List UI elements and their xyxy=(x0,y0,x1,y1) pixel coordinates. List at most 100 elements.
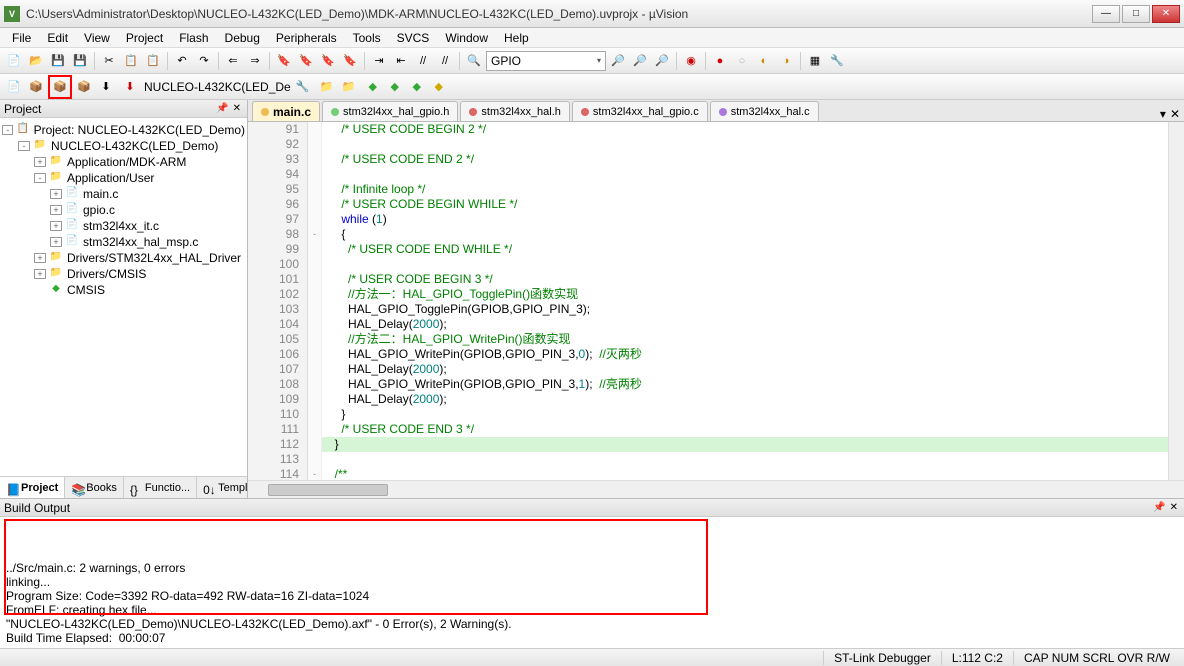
options-icon[interactable]: 🔧 xyxy=(293,77,313,97)
tree-group-cmsis[interactable]: ◆CMSIS xyxy=(2,282,245,298)
manage2-icon[interactable]: 📁 xyxy=(339,77,359,97)
build-pin-icon[interactable]: 📌 xyxy=(1153,502,1165,513)
file-tab-main-c[interactable]: main.c xyxy=(252,101,320,121)
uncomment-icon[interactable]: // xyxy=(435,51,455,71)
find-icon[interactable]: 🔍 xyxy=(464,51,484,71)
tree-file-stm32l4xx_it-c[interactable]: +📄stm32l4xx_it.c xyxy=(2,218,245,234)
nav-fwd-icon[interactable]: ⇒ xyxy=(245,51,265,71)
config-icon[interactable]: 🔧 xyxy=(827,51,847,71)
tree-file-gpio-c[interactable]: +📄gpio.c xyxy=(2,202,245,218)
menu-peripherals[interactable]: Peripherals xyxy=(268,29,345,47)
rebuild-icon[interactable]: 📦 xyxy=(50,77,70,97)
pack-icon[interactable]: ◆ xyxy=(363,77,383,97)
bookmark-next-icon[interactable]: 🔖 xyxy=(318,51,338,71)
pane-tab-functio[interactable]: {}Functio... xyxy=(124,477,197,498)
menu-debug[interactable]: Debug xyxy=(217,29,268,47)
tree-target[interactable]: -📁NUCLEO-L432KC(LED_Demo) xyxy=(2,138,245,154)
bookmark-clear-icon[interactable]: 🔖 xyxy=(340,51,360,71)
window-title: C:\Users\Administrator\Desktop\NUCLEO-L4… xyxy=(26,7,1090,21)
file-tab-stm32l4xx_hal_gpio-h[interactable]: stm32l4xx_hal_gpio.h xyxy=(322,101,458,121)
bookmark-prev-icon[interactable]: 🔖 xyxy=(296,51,316,71)
save-icon[interactable]: 💾 xyxy=(48,51,68,71)
menu-edit[interactable]: Edit xyxy=(39,29,76,47)
pane-tab-books[interactable]: 📚Books xyxy=(65,477,124,498)
build-close-icon[interactable]: ✕ xyxy=(1170,502,1178,513)
project-pane-tabs: 📘Project📚Books{}Functio...0↓Templa... xyxy=(0,476,247,498)
target-combo[interactable]: NUCLEO-L432KC(LED_De xyxy=(144,80,291,94)
bp-killall-icon[interactable]: ◑ xyxy=(776,51,796,71)
tabstrip-dropdown-icon[interactable]: ▾ xyxy=(1160,107,1166,121)
new-icon[interactable]: 📄 xyxy=(4,51,24,71)
incremental-icon[interactable]: 🔎 xyxy=(652,51,672,71)
code-editor[interactable]: 91 /* USER CODE BEGIN 2 */9293 /* USER C… xyxy=(248,122,1184,480)
menu-tools[interactable]: Tools xyxy=(345,29,389,47)
minimize-button[interactable]: — xyxy=(1092,5,1120,23)
maximize-button[interactable]: □ xyxy=(1122,5,1150,23)
bp-disable-icon[interactable]: ○ xyxy=(732,51,752,71)
stop-icon[interactable]: ⬇ xyxy=(96,77,116,97)
file-tab-stm32l4xx_hal_gpio-c[interactable]: stm32l4xx_hal_gpio.c xyxy=(572,101,708,121)
build-line: linking... xyxy=(6,575,1178,589)
tree-group-application-mdk-arm[interactable]: +📁Application/MDK-ARM xyxy=(2,154,245,170)
pane-tab-project[interactable]: 📘Project xyxy=(0,477,65,498)
status-caps: CAP NUM SCRL OVR R/W xyxy=(1013,651,1180,665)
outdent-icon[interactable]: ⇤ xyxy=(391,51,411,71)
build-icon[interactable]: 📦 xyxy=(26,77,46,97)
build-output-pane: Build Output 📌 ✕ ../Src/main.c: 2 warnin… xyxy=(0,498,1184,648)
v-scrollbar[interactable] xyxy=(1168,122,1184,480)
menu-help[interactable]: Help xyxy=(496,29,537,47)
debug-icon[interactable]: ◉ xyxy=(681,51,701,71)
tree-file-stm32l4xx_hal_msp-c[interactable]: +📄stm32l4xx_hal_msp.c xyxy=(2,234,245,250)
pane-close-icon[interactable]: ✕ xyxy=(233,103,241,114)
menu-flash[interactable]: Flash xyxy=(171,29,216,47)
cut-icon[interactable]: ✂ xyxy=(99,51,119,71)
find-next-icon[interactable]: 🔎 xyxy=(608,51,628,71)
tree-group-application-user[interactable]: -📁Application/User xyxy=(2,170,245,186)
menu-project[interactable]: Project xyxy=(118,29,171,47)
paste-icon[interactable]: 📋 xyxy=(143,51,163,71)
pack4-icon[interactable]: ◆ xyxy=(429,77,449,97)
h-scrollbar[interactable] xyxy=(248,480,1184,498)
undo-icon[interactable]: ↶ xyxy=(172,51,192,71)
menu-file[interactable]: File xyxy=(4,29,39,47)
menu-svcs[interactable]: SVCS xyxy=(389,29,438,47)
pack2-icon[interactable]: ◆ xyxy=(385,77,405,97)
find-files-icon[interactable]: 🔎 xyxy=(630,51,650,71)
find-combo[interactable]: GPIO xyxy=(486,51,606,71)
menu-window[interactable]: Window xyxy=(437,29,496,47)
redo-icon[interactable]: ↷ xyxy=(194,51,214,71)
file-tab-stm32l4xx_hal-c[interactable]: stm32l4xx_hal.c xyxy=(710,101,819,121)
translate-icon[interactable]: 📄 xyxy=(4,77,24,97)
tree-file-main-c[interactable]: +📄main.c xyxy=(2,186,245,202)
project-tree[interactable]: -📋Project: NUCLEO-L432KC(LED_Demo)-📁NUCL… xyxy=(0,118,247,476)
batch-icon[interactable]: 📦 xyxy=(74,77,94,97)
breakpoint-icon[interactable]: ● xyxy=(710,51,730,71)
saveall-icon[interactable]: 💾 xyxy=(70,51,90,71)
manage-icon[interactable]: 📁 xyxy=(317,77,337,97)
tree-group-drivers-cmsis[interactable]: +📁Drivers/CMSIS xyxy=(2,266,245,282)
open-icon[interactable]: 📂 xyxy=(26,51,46,71)
download-icon[interactable]: ⬇ xyxy=(120,77,140,97)
tree-project-root[interactable]: -📋Project: NUCLEO-L432KC(LED_Demo) xyxy=(2,122,245,138)
pack3-icon[interactable]: ◆ xyxy=(407,77,427,97)
editor-pane: main.cstm32l4xx_hal_gpio.hstm32l4xx_hal.… xyxy=(248,100,1184,498)
main-toolbar: 📄 📂 💾 💾 ✂ 📋 📋 ↶ ↷ ⇐ ⇒ 🔖 🔖 🔖 🔖 ⇥ ⇤ // // … xyxy=(0,48,1184,74)
bp-kill-icon[interactable]: ◐ xyxy=(754,51,774,71)
build-output-text[interactable]: ../Src/main.c: 2 warnings, 0 errorslinki… xyxy=(0,517,1184,648)
copy-icon[interactable]: 📋 xyxy=(121,51,141,71)
tabstrip-close-icon[interactable]: ✕ xyxy=(1170,107,1180,121)
status-debugger: ST-Link Debugger xyxy=(823,651,941,665)
menu-view[interactable]: View xyxy=(76,29,118,47)
indent-icon[interactable]: ⇥ xyxy=(369,51,389,71)
tree-group-drivers-stm32l4xx_hal_driver[interactable]: +📁Drivers/STM32L4xx_HAL_Driver xyxy=(2,250,245,266)
file-tabs: main.cstm32l4xx_hal_gpio.hstm32l4xx_hal.… xyxy=(248,100,1184,122)
close-button[interactable]: ✕ xyxy=(1152,5,1180,23)
project-pane-header: Project 📌 ✕ xyxy=(0,100,247,118)
comment-icon[interactable]: // xyxy=(413,51,433,71)
build-line: Program Size: Code=3392 RO-data=492 RW-d… xyxy=(6,589,1178,603)
pin-icon[interactable]: 📌 xyxy=(216,103,228,114)
window-icon[interactable]: ▦ xyxy=(805,51,825,71)
nav-back-icon[interactable]: ⇐ xyxy=(223,51,243,71)
file-tab-stm32l4xx_hal-h[interactable]: stm32l4xx_hal.h xyxy=(460,101,570,121)
bookmark-icon[interactable]: 🔖 xyxy=(274,51,294,71)
